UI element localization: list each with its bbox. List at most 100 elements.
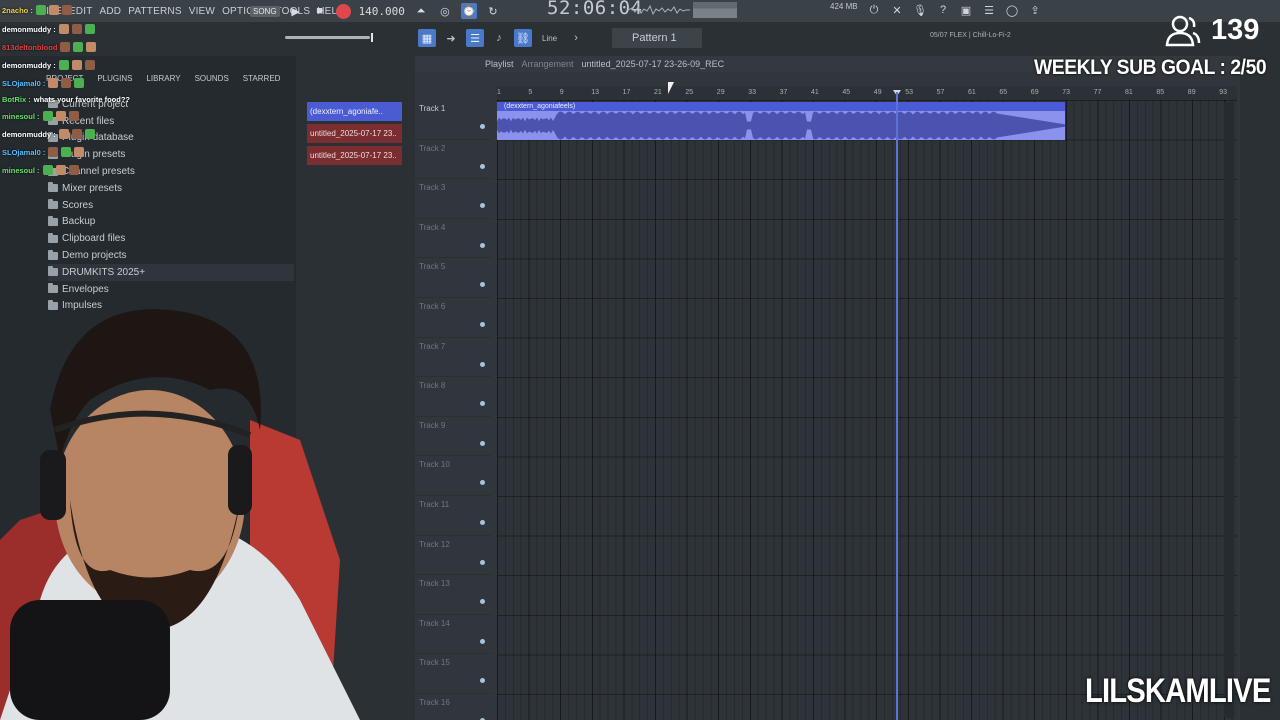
- track-header[interactable]: Track 15: [415, 654, 491, 694]
- track-enable-toggle[interactable]: [480, 599, 485, 605]
- browser-tab-sounds[interactable]: SOUNDS: [195, 74, 229, 83]
- browser-tab-library[interactable]: LIBRARY: [146, 74, 180, 83]
- stop-icon[interactable]: ■: [312, 3, 328, 19]
- track-enable-toggle[interactable]: [480, 361, 485, 367]
- upload-icon[interactable]: ⇪: [1027, 2, 1043, 18]
- playlist-mode-icon[interactable]: ▦: [418, 29, 436, 47]
- record-button[interactable]: [335, 3, 351, 19]
- playlist-window: Playlist Arrangement untitled_2025-07-17…: [415, 56, 1240, 720]
- track-header[interactable]: Track 5: [415, 258, 491, 298]
- browser-item[interactable]: Scores: [48, 197, 294, 214]
- ruler-tick-label: 81: [1125, 89, 1133, 96]
- countdown-icon[interactable]: ⌚: [460, 3, 477, 19]
- step-edit-icon[interactable]: ☰: [466, 29, 484, 47]
- play-icon[interactable]: ▶: [288, 3, 304, 19]
- track-header[interactable]: Track 2: [415, 140, 491, 180]
- emote-icon: [58, 24, 69, 34]
- chat-username: demonmuddy :: [2, 60, 56, 70]
- track-header[interactable]: Track 3: [415, 179, 491, 219]
- chat-message: demonmuddy :: [2, 129, 95, 139]
- settings-icon[interactable]: ⏻: [866, 2, 882, 18]
- track-enable-toggle[interactable]: [480, 440, 485, 446]
- track-enable-toggle[interactable]: [480, 163, 485, 169]
- chat-username: SLOjamal0 :: [2, 78, 46, 88]
- menu-item-patterns[interactable]: PATTERNS: [128, 6, 181, 17]
- chat-username: SLOjamal0 :: [2, 147, 46, 157]
- track-header[interactable]: Track 12: [415, 536, 491, 576]
- loop-record-icon[interactable]: ↻: [485, 3, 501, 19]
- track-header[interactable]: Track 1: [415, 100, 491, 140]
- channel-item[interactable]: (dexxtern_agoniafe..: [307, 102, 402, 121]
- song-mode-button[interactable]: SONG: [250, 5, 280, 17]
- track-enable-toggle[interactable]: [480, 203, 485, 209]
- users-icon: [1165, 15, 1201, 46]
- track-header[interactable]: Track 9: [415, 417, 491, 457]
- track-header[interactable]: Track 16: [415, 694, 491, 720]
- playlist-grid[interactable]: [497, 100, 1237, 720]
- link-icon[interactable]: ⛓: [514, 29, 532, 47]
- browser-item[interactable]: Clipboard files: [48, 230, 294, 247]
- track-enable-toggle[interactable]: [480, 638, 485, 644]
- microphone-icon[interactable]: 🎙: [912, 2, 928, 18]
- timeline-ruler[interactable]: 1 5 9 13 17 21 25 29 33 37 41 45 49 53 57 61 65 69 73 77 81 8…: [497, 86, 1237, 100]
- ruler-tick-label: 9: [559, 89, 564, 96]
- chevron-right-icon[interactable]: ›: [567, 29, 585, 47]
- chat-icon[interactable]: ◯: [1004, 2, 1020, 18]
- track-header[interactable]: Track 11: [415, 496, 491, 536]
- ruler-tick-label: 77: [1093, 89, 1102, 96]
- tools-icon[interactable]: ✕: [889, 2, 905, 18]
- browser-tab-starred[interactable]: STARRED: [243, 74, 281, 83]
- track-enable-toggle[interactable]: [480, 401, 485, 407]
- emote-icon: [68, 165, 79, 175]
- audio-clip[interactable]: (dexxtern_agoniafeels): [497, 102, 1065, 140]
- news-icon[interactable]: ☰: [981, 2, 997, 18]
- playlist-scrollbar[interactable]: [1224, 102, 1234, 718]
- track-header[interactable]: Track 10: [415, 456, 491, 496]
- menu-item-edit[interactable]: EDIT: [69, 6, 93, 17]
- track-enable-toggle[interactable]: [480, 242, 485, 248]
- track-header[interactable]: Track 7: [415, 338, 491, 378]
- arrangement-file[interactable]: untitled_2025-07-17 23-26-09_REC: [582, 59, 725, 69]
- browser-item[interactable]: Mixer presets: [48, 180, 294, 197]
- track-enable-toggle[interactable]: [480, 678, 485, 684]
- metronome-icon-2[interactable]: ♪: [490, 29, 508, 47]
- browser-item[interactable]: Demo projects: [48, 247, 294, 264]
- chat-message: demonmuddy :: [2, 60, 95, 70]
- track-enable-toggle[interactable]: [480, 559, 485, 565]
- browser-item[interactable]: Plugin presets: [48, 146, 294, 163]
- browser-item[interactable]: Recent files: [48, 113, 294, 130]
- metronome-icon[interactable]: ⏶: [413, 3, 429, 19]
- track-header[interactable]: Track 6: [415, 298, 491, 338]
- track-header[interactable]: Track 13: [415, 575, 491, 615]
- track-header[interactable]: Track 8: [415, 377, 491, 417]
- pattern-selector[interactable]: Pattern 1: [612, 28, 702, 48]
- arrow-icon[interactable]: ➜: [442, 29, 460, 47]
- track-name: Track 9: [419, 420, 446, 430]
- chat-message: minesoul :: [2, 111, 79, 121]
- track-name: Track 4: [419, 222, 446, 232]
- channel-item[interactable]: untitled_2025-07-17 23..: [307, 124, 402, 143]
- browser-item[interactable]: DRUMKITS 2025+: [48, 263, 294, 281]
- ruler-tick-label: 53: [905, 89, 913, 96]
- snap-select[interactable]: Line: [538, 29, 561, 47]
- browser-tab-plugins[interactable]: PLUGINS: [97, 74, 132, 83]
- track-enable-toggle[interactable]: [480, 124, 485, 129]
- browser-item[interactable]: Envelopes: [48, 281, 294, 298]
- browser-item[interactable]: Channel presets: [48, 163, 294, 180]
- menu-item-add[interactable]: ADD: [100, 6, 122, 17]
- track-enable-toggle[interactable]: [480, 480, 485, 486]
- tempo-display[interactable]: 140.000: [359, 5, 405, 18]
- track-header[interactable]: Track 4: [415, 219, 491, 259]
- save-icon[interactable]: ▣: [958, 2, 974, 18]
- ruler-tick-label: 49: [873, 89, 882, 96]
- channel-item[interactable]: untitled_2025-07-17 23..: [307, 146, 402, 165]
- help-icon[interactable]: ?: [935, 2, 951, 18]
- track-enable-toggle[interactable]: [480, 282, 485, 288]
- wait-icon[interactable]: ◎: [437, 3, 453, 19]
- menu-item-view[interactable]: VIEW: [189, 6, 215, 17]
- track-header[interactable]: Track 14: [415, 615, 491, 655]
- track-enable-toggle[interactable]: [480, 322, 485, 327]
- sub-goal-banner: WEEKLY SUB GOAL : 2/50: [1034, 56, 1267, 79]
- browser-item[interactable]: Backup: [48, 214, 294, 231]
- track-enable-toggle[interactable]: [480, 520, 485, 525]
